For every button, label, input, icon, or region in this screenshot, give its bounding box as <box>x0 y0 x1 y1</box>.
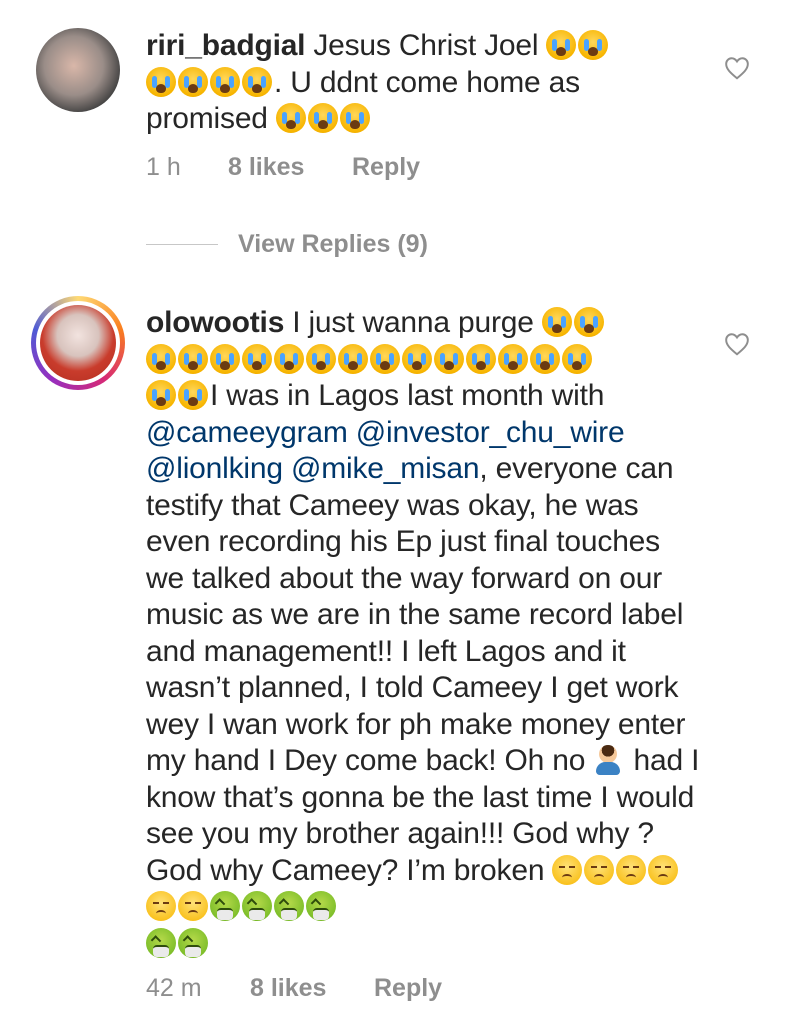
comment-time: 1 h <box>146 153 181 181</box>
disappointed-face-icon <box>178 891 208 921</box>
crying-face-icon <box>146 343 176 374</box>
avatar <box>36 301 120 385</box>
crying-face-icon <box>338 343 368 374</box>
crying-face-icon <box>339 103 370 133</box>
crying-face-icon <box>541 307 572 337</box>
crying-face-icon <box>573 307 604 337</box>
reply-button[interactable]: Reply <box>374 974 442 1003</box>
disappointed-face-icon <box>616 854 647 885</box>
disappointed-face-icon <box>552 854 583 885</box>
crying-face-icon <box>370 343 400 374</box>
comment-text: I just wanna purge <box>292 306 534 339</box>
crying-face-icon <box>178 380 208 410</box>
username[interactable]: riri_badgial <box>146 29 306 62</box>
comment-time: 42 m <box>146 974 202 1002</box>
crying-face-icon <box>466 343 496 374</box>
crying-face-icon <box>178 66 208 97</box>
crying-face-icon <box>306 343 336 374</box>
crying-face-icon <box>498 343 528 374</box>
username[interactable]: olowootis <box>146 306 284 339</box>
avatar-image <box>40 305 116 381</box>
heart-outline-icon[interactable] <box>724 332 750 356</box>
crying-face-icon <box>546 30 577 60</box>
comment-meta: 1 h 8 likes Reply <box>146 153 420 182</box>
mention-link[interactable]: @cameeygram <box>146 416 348 449</box>
crying-face-icon <box>274 343 304 374</box>
disappointed-face-icon <box>584 854 615 885</box>
crying-face-icon <box>242 66 272 97</box>
mention-link[interactable]: @lionlking <box>146 452 283 485</box>
vomiting-face-icon <box>274 891 304 921</box>
vomiting-face-icon <box>242 891 272 921</box>
crying-face-icon <box>242 343 272 374</box>
comment-meta: 42 m 8 likes Reply <box>146 974 442 1003</box>
heart-outline-icon[interactable] <box>724 56 750 80</box>
comment-text: Jesus Christ Joel <box>313 29 539 62</box>
crying-face-icon <box>146 66 176 97</box>
crying-face-icon <box>210 343 240 374</box>
crying-face-icon <box>146 380 176 410</box>
facepalm-icon <box>593 745 624 775</box>
avatar[interactable] <box>36 28 120 112</box>
view-replies-button[interactable]: View Replies (9) <box>146 230 428 259</box>
vomiting-face-icon <box>306 891 336 921</box>
likes-count[interactable]: 8 likes <box>228 153 352 182</box>
reply-button[interactable]: Reply <box>352 153 420 182</box>
view-replies-label: View Replies (9) <box>238 230 428 258</box>
vomiting-face-icon <box>146 927 176 958</box>
vomiting-face-icon <box>178 927 208 958</box>
crying-face-icon <box>434 343 464 374</box>
comment-body: riri_badgial Jesus Christ Joel . U ddnt c… <box>146 28 706 138</box>
crying-face-icon <box>402 343 432 374</box>
likes-count[interactable]: 8 likes <box>250 974 374 1003</box>
comment-text: promised <box>146 102 268 135</box>
mention-link[interactable]: @investor_chu_wire <box>356 416 625 449</box>
crying-face-icon <box>275 103 306 133</box>
divider <box>146 244 218 245</box>
vomiting-face-icon <box>210 891 240 921</box>
crying-face-icon <box>307 103 338 133</box>
crying-face-icon <box>562 343 592 374</box>
mention-link[interactable]: @mike_misan <box>291 452 480 485</box>
crying-face-icon <box>178 343 208 374</box>
disappointed-face-icon <box>648 854 679 885</box>
comment-text: . U ddnt come home as <box>274 65 580 99</box>
comment-body: olowootis I just wanna purge I was in Lag… <box>146 305 706 962</box>
disappointed-face-icon <box>146 891 176 921</box>
comment-text: I was in Lagos last month with <box>210 379 605 412</box>
comment-text: , everyone can testify that Cameey was o… <box>146 452 686 777</box>
avatar-story-ring[interactable] <box>31 296 125 390</box>
crying-face-icon <box>210 66 240 97</box>
crying-face-icon <box>578 30 609 60</box>
crying-face-icon <box>530 343 560 374</box>
